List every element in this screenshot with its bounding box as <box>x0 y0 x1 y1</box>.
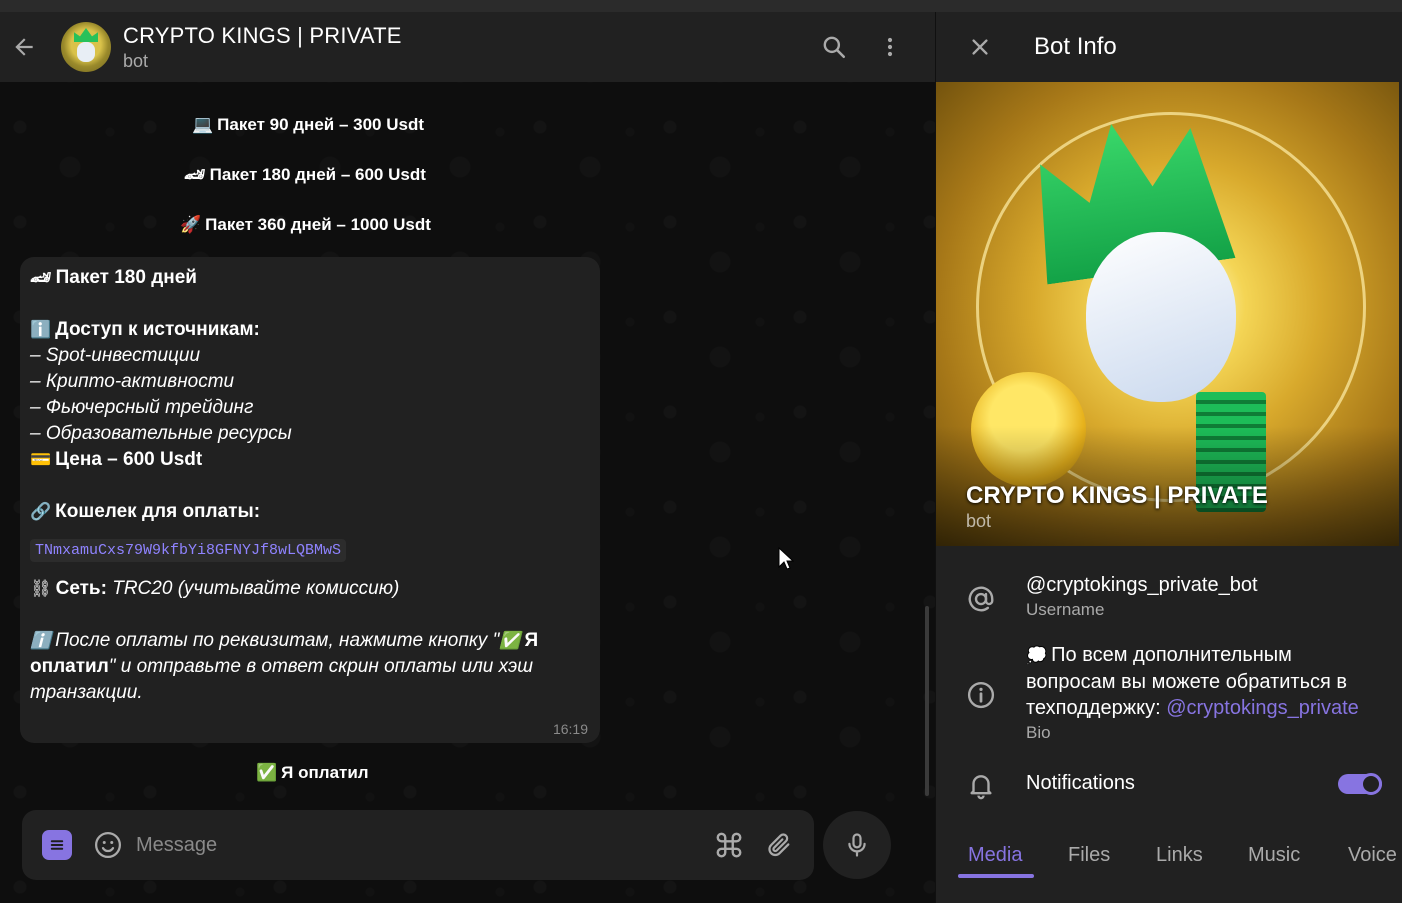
check-mark-icon: ✅ <box>499 631 521 650</box>
username-row[interactable]: @cryptokings_private_bot Username <box>936 572 1399 620</box>
speech-bubble-icon: 💭 <box>1026 646 1048 665</box>
username-label: Username <box>1026 600 1105 619</box>
close-icon <box>972 39 988 55</box>
check-mark-icon: ✅ <box>256 763 278 782</box>
wallet-title-line: 🔗 Кошелек для оплаты: <box>30 499 590 525</box>
service-message-text: Пакет 360 дней – 1000 Usdt <box>205 215 431 234</box>
bot-info-panel: Bot Info CRYPTO KINGS | PRIVATE bot @cry… <box>935 12 1402 903</box>
price-line: 💳 Цена – 600 Usdt <box>30 447 590 473</box>
wallet-title: Кошелек для оплаты: <box>55 501 261 522</box>
info-icon: ℹ️ <box>30 631 52 650</box>
bot-menu-button[interactable] <box>42 830 72 860</box>
laptop-icon: 💻 <box>192 115 214 134</box>
tab-files[interactable]: Files <box>1068 844 1110 867</box>
active-tab-indicator <box>958 874 1034 878</box>
package-text: Пакет 180 дней <box>55 267 197 288</box>
bell-icon <box>970 775 992 800</box>
tab-music[interactable]: Music <box>1248 844 1300 867</box>
panel-header: Bot Info <box>936 12 1402 82</box>
cover-subtitle: bot <box>966 511 992 531</box>
network-line: ⛓ Сеть: TRC20 (учитывайте комиссию) <box>30 576 590 602</box>
access-title: Доступ к источникам: <box>55 319 260 340</box>
bio-link[interactable]: @cryptokings_private <box>1166 697 1359 719</box>
credit-card-icon: 💳 <box>30 450 52 469</box>
close-button[interactable] <box>960 27 1000 67</box>
avatar-mascot-image <box>77 42 95 62</box>
link-icon: 🔗 <box>30 502 52 521</box>
message-input[interactable]: Message <box>136 834 712 857</box>
arrow-left-icon <box>15 38 33 56</box>
wallet-address-code[interactable]: TNmxamuCxs79W9kfbYi8GFNYJf8wLQBMwS <box>30 539 347 562</box>
rocket-icon: 🚀 <box>180 215 202 234</box>
microphone-icon <box>848 833 866 857</box>
notifications-toggle[interactable] <box>1338 773 1382 795</box>
back-button[interactable] <box>0 23 48 71</box>
attach-button[interactable] <box>762 828 796 862</box>
network-icon: ⛓ <box>30 579 52 598</box>
network-label: Сеть: <box>55 578 107 599</box>
service-message-2: 🏎 Пакет 180 дней – 600 Usdt <box>184 165 426 185</box>
window-top-strip <box>0 0 1402 12</box>
paperclip-icon <box>768 833 790 857</box>
message-time: 16:19 <box>552 721 588 737</box>
chat-scrollbar[interactable] <box>925 606 929 796</box>
at-sign-icon <box>968 586 994 612</box>
username-value: @cryptokings_private_bot <box>1026 574 1258 596</box>
cover-name: CRYPTO KINGS | PRIVATE <box>966 482 1268 509</box>
race-car-icon: 🏎 <box>184 165 206 184</box>
service-message-text: Пакет 180 дней – 600 Usdt <box>209 165 426 184</box>
profile-cover-image[interactable]: CRYPTO KINGS | PRIVATE bot <box>936 82 1399 546</box>
message-bubble[interactable]: 🏎 Пакет 180 дней ℹ️ Доступ к источникам: –… <box>20 257 600 743</box>
menu-icon <box>50 840 64 850</box>
bio-label: Bio <box>1026 723 1051 742</box>
service-message-text: Пакет 90 дней – 300 Usdt <box>217 115 424 134</box>
message-composer: Message <box>22 810 814 880</box>
chat-subtitle: bot <box>123 50 149 71</box>
chat-title: CRYPTO KINGS | PRIVATE <box>123 22 402 48</box>
cover-mascot <box>1086 232 1236 402</box>
mouse-cursor-icon <box>778 547 794 570</box>
emoji-button[interactable] <box>93 830 123 860</box>
bot-commands-button[interactable] <box>712 828 746 862</box>
access-item: – Фьючерсный трейдинг <box>30 397 254 418</box>
tab-links[interactable]: Links <box>1156 844 1203 867</box>
after-payment-text: ℹ️ После оплаты по реквизитам, нажмите кн… <box>30 630 539 703</box>
avatar-crown-image <box>74 28 98 42</box>
price-text: Цена – 600 Usdt <box>55 449 203 470</box>
command-icon <box>716 832 742 858</box>
paid-button-label: Я оплатил <box>281 763 369 782</box>
voice-record-button[interactable] <box>823 811 891 879</box>
access-item: – Крипто-активности <box>30 371 235 392</box>
bio-text: 💭 По всем дополнительным вопросам вы може… <box>1026 644 1359 719</box>
network-value: TRC20 (учитывайте комиссию) <box>112 578 400 599</box>
smile-icon <box>95 832 121 858</box>
more-menu-button[interactable] <box>871 28 909 66</box>
chat-title-block[interactable]: CRYPTO KINGS | PRIVATE bot <box>123 23 402 72</box>
access-item: – Образовательные ресурсы <box>30 423 292 444</box>
service-message-1: 💻 Пакет 90 дней – 300 Usdt <box>192 115 424 135</box>
bio-row[interactable]: 💭 По всем дополнительным вопросам вы може… <box>936 642 1399 743</box>
access-title-line: ℹ️ Доступ к источникам: <box>30 317 590 343</box>
package-line: 🏎 Пакет 180 дней <box>30 265 590 291</box>
tab-voice[interactable]: Voice <box>1348 844 1397 867</box>
chat-avatar[interactable] <box>61 22 111 72</box>
notifications-label: Notifications <box>1026 772 1135 794</box>
panel-title: Bot Info <box>1034 33 1117 60</box>
search-button[interactable] <box>815 28 853 66</box>
paid-button[interactable]: ✅ Я оплатил <box>256 763 369 783</box>
notifications-row[interactable]: Notifications <box>936 770 1399 800</box>
service-message-3: 🚀 Пакет 360 дней – 1000 Usdt <box>180 215 431 235</box>
more-vertical-icon <box>887 37 893 57</box>
chat-area: CRYPTO KINGS | PRIVATE bot 💻 Пакет 90 дне… <box>0 12 935 903</box>
search-icon <box>823 36 846 59</box>
race-car-icon: 🏎 <box>30 268 52 287</box>
info-circle-icon <box>967 681 995 709</box>
access-item: – Spot-инвестиции <box>30 345 201 366</box>
chat-header: CRYPTO KINGS | PRIVATE bot <box>0 12 935 82</box>
info-icon: ℹ️ <box>30 320 52 339</box>
tab-media[interactable]: Media <box>968 844 1022 867</box>
